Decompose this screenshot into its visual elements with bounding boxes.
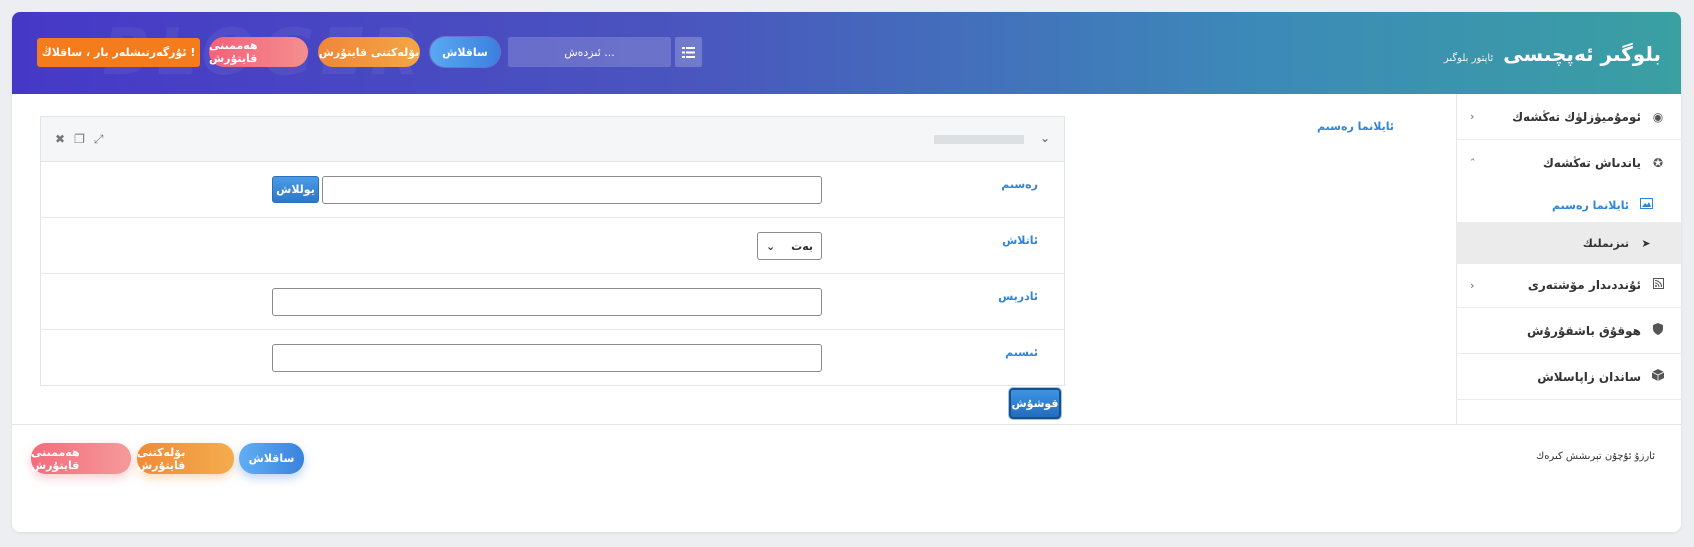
chevron-left-icon: ‹ [1470, 278, 1475, 292]
sidebar-item-label: ياندىاش تەڭشەك [1542, 156, 1641, 170]
chevron-left-icon: ‹ [1470, 110, 1475, 123]
sidebar-item-backup[interactable]: ساندان زاپاسلاش [1456, 354, 1681, 400]
header-save-button[interactable]: ساقلاش [430, 37, 500, 67]
address-input[interactable] [272, 288, 822, 316]
send-icon: ➤ [1641, 236, 1651, 250]
chevron-up-icon: ˆ [1470, 156, 1476, 170]
sidebar-subitem-label: ئايلانما رەسىم [1552, 198, 1629, 212]
copy-icon[interactable]: ❐ [74, 132, 85, 147]
rss-icon [1649, 278, 1667, 292]
list-menu-icon[interactable] [675, 37, 702, 67]
sidebar-subitem-label: تىزىملىك [1582, 236, 1629, 250]
breadcrumb: ئايلانما رەسىم [1317, 120, 1394, 133]
image-label: رەسىم [1001, 178, 1038, 191]
footer-reset-all-button[interactable]: ھەممىنى قايتۇرش [31, 443, 131, 474]
chevron-down-icon: ⌄ [766, 239, 776, 253]
brand-title: بلوگىر ئەپچىسى [1503, 42, 1661, 66]
sidebar-item-subscribers[interactable]: ئۇنددىدار مۆشتەرى ‹ [1456, 262, 1681, 308]
reset-all-button[interactable]: ھەممىنى قايتۇرش [209, 37, 308, 67]
unsaved-changes-button[interactable]: ئۇرگەرتىشلەر بار ، ساقلاڭ ! [37, 38, 200, 67]
form-row-link: ئاتلاش بەت ⌄ [41, 218, 1064, 274]
sidebar-item-label: ئۇنددىدار مۆشتەرى [1527, 278, 1641, 292]
form-panel: ✖ ❐ ⤢ ⌄ رەسىم يوللاش ئاتلاش بەت ⌄ ئادرېس… [40, 116, 1065, 386]
link-type-select[interactable]: بەت ⌄ [757, 232, 822, 260]
footer-text: ئارزۇ ئۇچۇن تېرىشش كىرەك [1535, 451, 1655, 462]
select-value: بەت [791, 239, 813, 253]
brand: بلوگىر ئەپچىسى ئاپتور بلوگىر [1444, 42, 1661, 66]
sidebar-item-label: ساندان زاپاسلاش [1537, 369, 1641, 384]
form-row-image: رەسىم يوللاش [41, 162, 1064, 218]
panel-header: ✖ ❐ ⤢ ⌄ [41, 117, 1064, 162]
chevron-down-icon[interactable]: ⌄ [1040, 131, 1050, 145]
footer-reset-section-button[interactable]: بۆلەكتنى قايتۇرش [137, 443, 234, 474]
sidebar: ◉ ئومۇميۈزلۈك تەڭشەك ‹ ✪ ياندىاش تەڭشەك … [1456, 94, 1681, 476]
name-input[interactable] [272, 344, 822, 372]
sidebar-subitem-list[interactable]: ➤ تىزىملىك [1456, 222, 1681, 264]
brand-subtitle: ئاپتور بلوگىر [1443, 53, 1494, 64]
search-input[interactable]: ئىزدەش ... [508, 37, 671, 67]
upload-button[interactable]: يوللاش [272, 176, 319, 203]
top-header: BLOGER بلوگىر ئەپچىسى ئاپتور بلوگىر ئۇرگ… [12, 12, 1681, 94]
sidebar-item-side-settings[interactable]: ✪ ياندىاش تەڭشەك ˆ [1456, 140, 1681, 186]
settings-icon: ✪ [1652, 156, 1664, 170]
sidebar-item-permissions[interactable]: ھوقۇق باشقۇرۇش [1456, 308, 1681, 354]
sidebar-item-label: ئومۇميۈزلۈك تەڭشەك [1512, 109, 1641, 124]
image-icon [1637, 198, 1655, 212]
form-row-address: ئادرېس [41, 274, 1064, 330]
app-window: BLOGER بلوگىر ئەپچىسى ئاپتور بلوگىر ئۇرگ… [12, 12, 1681, 532]
footer-save-button[interactable]: ساقلاش [239, 443, 304, 474]
box-icon [1649, 369, 1667, 384]
sidebar-item-label: ھوقۇق باشقۇرۇش [1526, 323, 1641, 338]
sidebar-item-general[interactable]: ◉ ئومۇميۈزلۈك تەڭشەك ‹ [1456, 94, 1681, 140]
name-label: ئىسىم [1005, 346, 1038, 359]
address-label: ئادرېس [998, 290, 1038, 303]
image-url-input[interactable] [322, 176, 822, 204]
shield-icon [1649, 323, 1667, 338]
close-icon[interactable]: ✖ [55, 132, 65, 147]
footer: ئارزۇ ئۇچۇن تېرىشش كىرەك ھەممىنى قايتۇرش… [12, 424, 1681, 532]
form-row-name: ئىسىم [41, 330, 1064, 386]
reset-section-button[interactable]: بۆلەكتنى قايتۇرش [318, 37, 420, 67]
sidebar-subitem-slider[interactable]: ئايلانما رەسىم [1456, 184, 1681, 226]
podcast-icon: ◉ [1652, 109, 1664, 124]
add-button[interactable]: قوشۇش [1009, 388, 1061, 419]
panel-title-placeholder [934, 135, 1024, 144]
panel-tools: ✖ ❐ ⤢ [55, 132, 103, 147]
link-label: ئاتلاش [1002, 234, 1038, 247]
expand-icon[interactable]: ⤢ [94, 132, 104, 147]
